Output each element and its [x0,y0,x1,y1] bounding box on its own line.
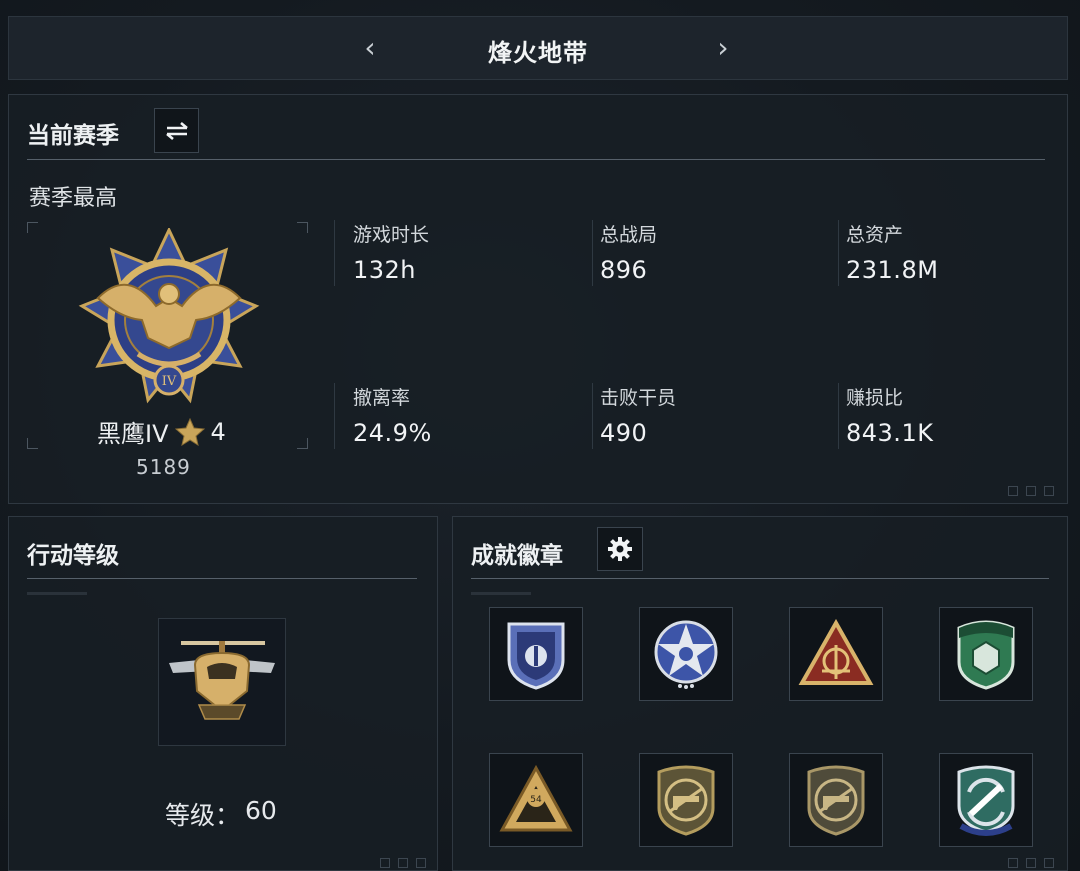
stat-divider [838,220,839,286]
triangle-54-badge-icon: 54 [499,764,573,832]
rank-name-row: 黑鹰IV 4 [97,414,226,449]
stat-extract-rate-label: 撤离率 [353,387,411,409]
achievement-badge-2[interactable] [639,607,733,701]
stat-kills-value: 490 [600,419,648,447]
stat-matches-label: 总战局 [600,224,658,246]
decor-square [1044,486,1054,496]
gear-icon [608,537,632,561]
stat-playtime-value: 132h [353,256,417,284]
swap-arrows-icon [165,121,188,140]
decor-square [1026,486,1036,496]
decor-square [1044,858,1054,868]
rank-points: 5189 [136,455,191,479]
stat-divider [334,383,335,449]
shield-badge-icon [507,622,565,690]
divider [27,159,1045,160]
black-hawk-rank-medal-icon: IV [78,228,260,404]
rank-name: 黑鹰IV [97,420,169,448]
level-title: 行动等级 [27,543,119,569]
compass-triangle-badge-icon [798,619,874,685]
level-emblem-frame [158,618,286,746]
season-best-label: 赛季最高 [29,186,118,211]
svg-text:IV: IV [162,374,177,389]
decor-square [380,858,390,868]
frame-corner [27,222,38,233]
stat-profit-ratio-label: 赚损比 [846,387,904,409]
decor-square [1008,486,1018,496]
stat-divider [592,220,593,286]
achievement-badge-5[interactable]: 54 [489,753,583,847]
achievement-badge-6[interactable] [639,753,733,847]
frame-corner [297,438,308,449]
stat-assets-value: 231.8M [846,256,939,284]
achievement-badge-8[interactable] [939,753,1033,847]
achievements-settings-button[interactable] [597,527,643,571]
stat-matches-value: 896 [600,256,648,284]
frame-corner [27,438,38,449]
missile-shield-badge-icon [957,765,1015,836]
rifle-badge-icon [657,765,715,836]
achievements-title: 成就徽章 [471,543,563,569]
achievement-badge-4[interactable] [939,607,1033,701]
stat-kills-label: 击败干员 [600,387,677,409]
star-icon [174,417,205,446]
stat-playtime-label: 游戏时长 [353,224,430,246]
divider [27,578,417,579]
frame-corner [297,222,308,233]
stat-assets-label: 总资产 [846,224,904,246]
chevron-right-icon[interactable]: › [708,31,738,64]
decor-square [1008,858,1018,868]
star-emblem-badge-icon [654,620,718,689]
gem-shield-badge-icon [957,620,1015,690]
season-title: 当前赛季 [27,123,119,149]
decor-square [416,858,426,868]
mode-title: 烽火地带 [488,39,588,67]
stat-profit-ratio-value: 843.1K [846,419,934,447]
achievement-badge-1[interactable] [489,607,583,701]
helicopter-level-icon [169,641,275,720]
decor-square [1026,858,1036,868]
rank-stars: 4 [210,417,226,446]
decor-square [398,858,408,868]
stat-divider [592,383,593,449]
rifle-badge-icon [807,765,865,836]
season-switch-button[interactable] [154,108,199,153]
achievement-badge-3[interactable] [789,607,883,701]
level-value: 60 [245,796,277,825]
divider [27,592,87,595]
achievement-badge-7[interactable] [789,753,883,847]
stat-divider [838,383,839,449]
divider [471,578,1049,579]
level-label: 等级： [165,801,241,830]
mode-header: ‹ 烽火地带 › [8,16,1068,80]
svg-text:54: 54 [530,795,542,805]
stat-extract-rate-value: 24.9% [353,419,432,447]
divider [471,592,531,595]
stat-divider [334,220,335,286]
